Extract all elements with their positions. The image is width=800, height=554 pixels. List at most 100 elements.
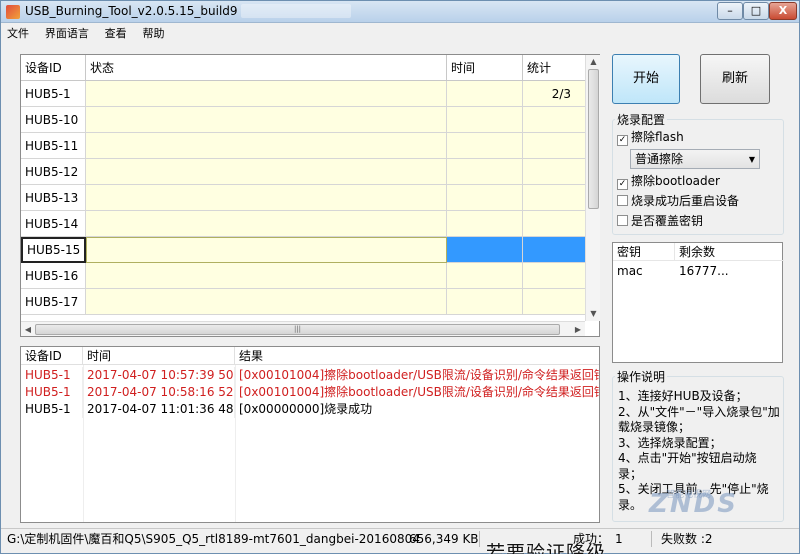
device-status (86, 211, 447, 237)
erase-flash-label: 擦除flash (631, 130, 684, 144)
log-list[interactable]: 设备ID 时间 结果 HUB5-1 2017-04-07 10:57:39 50… (20, 346, 600, 523)
device-row[interactable]: HUB5-12 (21, 159, 599, 185)
window-title: USB_Burning_Tool_v2.0.5.15_build9 (25, 4, 238, 18)
scroll-right-arrow-icon[interactable]: ▶ (571, 322, 585, 337)
device-time (447, 263, 523, 289)
device-grid[interactable]: 设备ID 状态 时间 统计 HUB5-1 2/3 HUB5-10 HUB5-11… (20, 54, 600, 337)
reboot-after-option[interactable]: 烧录成功后重启设备 (617, 193, 739, 209)
device-id: HUB5-15 (21, 237, 86, 263)
grid-horizontal-scrollbar[interactable]: ◀ ||| ▶ (21, 321, 585, 336)
overwrite-key-label: 是否覆盖密钥 (631, 214, 704, 228)
device-status (86, 107, 447, 133)
key-header-remaining[interactable]: 剩余数 (675, 243, 784, 261)
device-row[interactable]: HUB5-10 (21, 107, 599, 133)
header-count[interactable]: 统计 (523, 55, 586, 81)
device-time (447, 289, 523, 315)
log-time: 2017-04-07 10:57:39 507 (83, 367, 235, 384)
device-count (523, 107, 586, 133)
minimize-button[interactable]: – (717, 2, 743, 20)
app-window: USB_Burning_Tool_v2.0.5.15_build9 – □ X … (0, 0, 800, 554)
device-row[interactable]: HUB5-14 (21, 211, 599, 237)
device-count (523, 263, 586, 289)
device-status (86, 159, 447, 185)
log-header-result[interactable]: 结果 (235, 347, 599, 365)
help-line: 2、从"文件"－"导入烧录包"加载烧录镜像； (618, 404, 780, 435)
burn-config-title: 烧录配置 (615, 111, 668, 128)
key-name: mac (617, 264, 643, 278)
device-status (86, 237, 447, 263)
erase-bootloader-option[interactable]: ✓ 擦除bootloader (617, 173, 720, 190)
device-id: HUB5-10 (21, 107, 86, 133)
device-time (447, 237, 523, 263)
device-row[interactable]: HUB5-17 (21, 289, 599, 315)
status-divider (479, 531, 480, 547)
refresh-button[interactable]: 刷新 (700, 54, 770, 104)
scroll-left-arrow-icon[interactable]: ◀ (21, 322, 35, 337)
grid-horizontal-scroll-thumb[interactable]: ||| (35, 324, 560, 335)
erase-mode-value: 普通擦除 (635, 152, 684, 166)
key-list[interactable]: 密钥 剩余数 mac 16777... (612, 242, 784, 363)
erase-flash-checkbox[interactable]: ✓ (617, 135, 628, 146)
log-header-device-id[interactable]: 设备ID (21, 347, 83, 365)
grid-vertical-scrollbar[interactable]: ▲ ▼ (585, 55, 600, 321)
menu-help[interactable]: 帮助 (136, 23, 170, 43)
scroll-down-arrow-icon[interactable]: ▼ (586, 307, 601, 321)
grid-vertical-scroll-thumb[interactable] (588, 69, 599, 209)
device-count (523, 159, 586, 185)
device-status (86, 263, 447, 289)
log-result: [0x00000000]烧录成功 (239, 402, 373, 416)
erase-flash-option[interactable]: ✓ 擦除flash (617, 129, 684, 146)
status-success-count: 1 (615, 532, 623, 546)
chevron-down-icon: ▼ (748, 155, 755, 164)
device-row-selected[interactable]: HUB5-15 (21, 237, 599, 263)
device-row[interactable]: HUB5-1 2/3 (21, 81, 599, 107)
device-row[interactable]: HUB5-11 (21, 133, 599, 159)
header-device-id[interactable]: 设备ID (21, 55, 86, 81)
overwrite-key-option[interactable]: 是否覆盖密钥 (617, 213, 703, 229)
log-result: [0x00101004]擦除bootloader/USB限流/设备识别/命令结果… (239, 385, 600, 399)
log-row[interactable]: HUB5-1 2017-04-07 11:01:36 485 [0x000000… (21, 401, 599, 418)
log-device-id: HUB5-1 (21, 401, 83, 418)
log-row[interactable]: HUB5-1 2017-04-07 10:58:16 529 [0x001010… (21, 384, 600, 401)
device-row[interactable]: HUB5-13 (21, 185, 599, 211)
device-time (447, 107, 523, 133)
menu-view[interactable]: 查看 (99, 23, 133, 43)
device-count (523, 133, 586, 159)
device-id: HUB5-14 (21, 211, 86, 237)
app-icon (6, 5, 20, 19)
title-bar: USB_Burning_Tool_v2.0.5.15_build9 – □ X (1, 1, 799, 23)
close-button[interactable]: X (769, 2, 797, 20)
erase-mode-select[interactable]: 普通擦除 ▼ (630, 149, 760, 169)
device-status (86, 185, 447, 211)
overwrite-key-checkbox[interactable] (617, 215, 628, 226)
status-package-size: 656,349 KB (409, 532, 479, 546)
reboot-after-checkbox[interactable] (617, 195, 628, 206)
start-button[interactable]: 开始 (612, 54, 680, 104)
menu-language[interactable]: 界面语言 (39, 23, 95, 43)
log-row[interactable]: HUB5-1 2017-04-07 10:57:39 507 [0x001010… (21, 367, 599, 384)
help-line: 1、连接好HUB及设备； (618, 389, 748, 403)
erase-bootloader-checkbox[interactable]: ✓ (617, 179, 628, 190)
log-device-id: HUB5-1 (21, 384, 83, 401)
device-status (86, 81, 447, 107)
status-fail-count: 失败数 :2 (661, 532, 713, 546)
device-row[interactable]: HUB5-16 (21, 263, 599, 289)
erase-bootloader-label: 擦除bootloader (631, 174, 720, 188)
device-count (523, 185, 586, 211)
log-header: 设备ID 时间 结果 (21, 347, 599, 365)
header-status[interactable]: 状态 (86, 55, 447, 81)
key-header-name[interactable]: 密钥 (613, 243, 675, 261)
status-package-path: G:\定制机固件\魔百和Q5\S905_Q5_rtl8189-mt7601_da… (7, 532, 420, 546)
device-id: HUB5-12 (21, 159, 86, 185)
log-header-time[interactable]: 时间 (83, 347, 235, 365)
log-time: 2017-04-07 10:58:16 529 (83, 384, 235, 401)
scroll-up-arrow-icon[interactable]: ▲ (586, 55, 601, 69)
menu-file[interactable]: 文件 (1, 23, 35, 43)
device-id: HUB5-17 (21, 289, 86, 315)
key-remaining: 16777... (679, 264, 729, 278)
help-line: 4、点击"开始"按钮启动烧录； (618, 451, 757, 481)
header-time[interactable]: 时间 (447, 55, 523, 81)
device-status (86, 133, 447, 159)
device-id: HUB5-11 (21, 133, 86, 159)
maximize-button[interactable]: □ (743, 2, 769, 20)
